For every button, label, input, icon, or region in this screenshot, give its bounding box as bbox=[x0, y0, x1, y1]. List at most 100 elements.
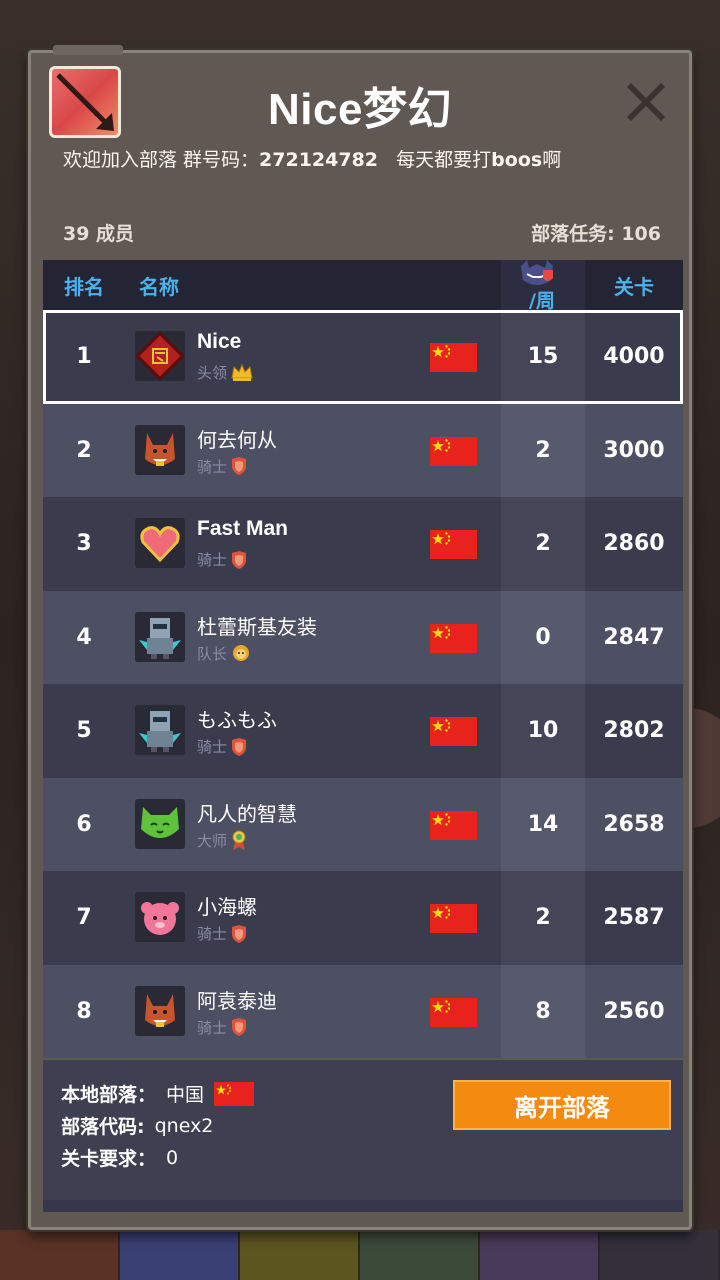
panel-tab-accent bbox=[53, 45, 123, 55]
medal-icon bbox=[231, 830, 247, 850]
member-name: 阿袁泰迪 bbox=[197, 988, 277, 1013]
crown-icon bbox=[231, 363, 253, 382]
role-label: 骑士 bbox=[197, 551, 228, 569]
tribe-task-count: 部落任务: 106 bbox=[531, 223, 661, 245]
table-row[interactable]: 5 もふもふ 骑士 10 2802 bbox=[43, 684, 683, 778]
member-count: 39 成员 bbox=[63, 223, 135, 245]
member-name: Fast Man bbox=[197, 517, 289, 540]
week-label: /周 bbox=[529, 290, 555, 312]
table-row[interactable]: 8 阿袁泰迪 骑士 8 2560 bbox=[43, 964, 683, 1058]
local-tribe-value: 中国 bbox=[166, 1084, 205, 1106]
row-weekly-boss: 0 bbox=[501, 590, 585, 684]
row-stage: 2847 bbox=[603, 624, 665, 650]
member-name: 凡人的智慧 bbox=[197, 801, 297, 826]
bottom-nav-slot[interactable] bbox=[240, 1230, 360, 1280]
china-flag-icon bbox=[430, 997, 477, 1027]
table-row[interactable]: 2 何去何从 骑士 2 3000 bbox=[43, 403, 683, 498]
row-stage: 2560 bbox=[603, 998, 665, 1024]
bottom-nav-slot[interactable] bbox=[360, 1230, 480, 1280]
china-flag-icon bbox=[430, 810, 477, 840]
row-member: Nice 头领 bbox=[125, 310, 501, 404]
table-row[interactable]: 6 凡人的智慧 大师 14 2658 bbox=[43, 777, 683, 872]
role-label: 大师 bbox=[197, 831, 228, 850]
row-member: 杜蕾斯基友装 队长 bbox=[125, 591, 501, 685]
china-flag-icon bbox=[430, 530, 477, 559]
member-role: 骑士 bbox=[197, 923, 247, 944]
close-icon bbox=[627, 83, 665, 121]
china-flag-icon bbox=[430, 623, 477, 653]
robot-avatar[interactable] bbox=[135, 611, 185, 662]
member-name: もふもふ bbox=[197, 708, 277, 732]
member-role: 头领 bbox=[197, 362, 253, 383]
row-rank: 7 bbox=[76, 905, 92, 931]
row-member: もふもふ 骑士 bbox=[125, 684, 501, 778]
role-label: 队长 bbox=[197, 644, 228, 663]
row-stage: 2802 bbox=[603, 718, 665, 744]
shield-icon bbox=[231, 457, 247, 475]
welcome-mid: 每天都要打 bbox=[396, 149, 492, 171]
header-week[interactable]: /周 bbox=[501, 260, 585, 312]
tribe-welcome-message: 欢迎加入部落 群号码：272124782 每天都要打boos啊 bbox=[63, 145, 669, 172]
group-number: 272124782 bbox=[259, 149, 379, 171]
bottom-nav-slot[interactable] bbox=[120, 1230, 240, 1280]
fox-avatar[interactable] bbox=[135, 424, 185, 475]
bottom-nav-slot[interactable] bbox=[0, 1230, 120, 1280]
row-weekly-boss: 15 bbox=[501, 310, 585, 404]
shield-icon bbox=[231, 737, 247, 756]
role-label: 头领 bbox=[197, 364, 228, 382]
china-flag-icon bbox=[430, 717, 477, 746]
welcome-bold: boos bbox=[491, 149, 543, 171]
table-row[interactable]: 3 Fast Man 骑士 2 2860 bbox=[43, 497, 683, 591]
bottom-nav-bar bbox=[0, 1230, 720, 1280]
local-tribe-line: 本地部落： 中国 bbox=[61, 1080, 255, 1107]
row-member: 凡人的智慧 大师 bbox=[125, 778, 501, 872]
table-row[interactable]: 1 Nice 头领 15 4000 bbox=[43, 310, 683, 404]
shield-icon bbox=[231, 550, 247, 569]
heart-avatar[interactable] bbox=[135, 518, 185, 568]
bottom-nav-slot[interactable] bbox=[600, 1230, 720, 1280]
row-stage: 3000 bbox=[603, 437, 665, 463]
role-label: 骑士 bbox=[197, 1018, 228, 1037]
tribe-emblem-avatar[interactable] bbox=[135, 331, 185, 381]
green-cat-avatar[interactable] bbox=[135, 798, 185, 849]
close-button[interactable] bbox=[623, 79, 669, 125]
row-rank: 8 bbox=[76, 998, 92, 1024]
bottom-nav-slot[interactable] bbox=[480, 1230, 600, 1280]
china-flag-icon bbox=[214, 1081, 255, 1106]
member-name: 何去何从 bbox=[197, 427, 277, 452]
tribe-code-label: 部落代码: bbox=[61, 1116, 145, 1138]
member-role: 大师 bbox=[197, 830, 247, 851]
row-stage: 2587 bbox=[603, 905, 665, 931]
robot-avatar[interactable] bbox=[135, 705, 185, 755]
row-weekly-boss: 2 bbox=[501, 497, 585, 591]
welcome-prefix: 欢迎加入部落 群号码： bbox=[63, 149, 260, 171]
table-header: 排名 名称 /周 关卡 bbox=[43, 260, 683, 384]
header-stage[interactable]: 关卡 bbox=[585, 271, 683, 300]
member-role: 队长 bbox=[197, 643, 251, 664]
lion-icon bbox=[231, 644, 251, 662]
leave-tribe-button[interactable]: 离开部落 bbox=[453, 1080, 671, 1130]
table-row[interactable]: 4 杜蕾斯基友装 队长 0 2847 bbox=[43, 590, 683, 685]
member-role: 骑士 bbox=[197, 456, 247, 477]
tribe-panel: Nice梦幻 欢迎加入部落 群号码：272124782 每天都要打boos啊 3… bbox=[28, 45, 692, 1230]
fox-avatar[interactable] bbox=[135, 985, 185, 1036]
header-name[interactable]: 名称 bbox=[125, 271, 501, 300]
member-name: Nice bbox=[197, 330, 242, 353]
china-flag-icon bbox=[430, 904, 477, 933]
row-stage: 4000 bbox=[603, 344, 665, 370]
tribe-code-value: qnex2 bbox=[154, 1114, 214, 1137]
member-role: 骑士 bbox=[197, 736, 247, 757]
header-rank[interactable]: 排名 bbox=[43, 271, 125, 300]
shield-icon bbox=[231, 924, 247, 943]
table-row[interactable]: 7 小海螺 骑士 2 2587 bbox=[43, 871, 683, 965]
row-member: 何去何从 骑士 bbox=[125, 404, 501, 498]
china-flag-icon bbox=[430, 343, 477, 372]
row-weekly-boss: 2 bbox=[501, 871, 585, 965]
pink-sheep-avatar[interactable] bbox=[135, 892, 185, 942]
local-tribe-label: 本地部落： bbox=[61, 1084, 157, 1106]
china-flag-icon bbox=[430, 436, 477, 466]
stage-requirement-line: 关卡要求： 0 bbox=[61, 1144, 178, 1171]
stage-requirement-value: 0 bbox=[166, 1146, 179, 1169]
row-weekly-boss: 10 bbox=[501, 684, 585, 778]
panel-bottom-strip bbox=[43, 1200, 683, 1212]
